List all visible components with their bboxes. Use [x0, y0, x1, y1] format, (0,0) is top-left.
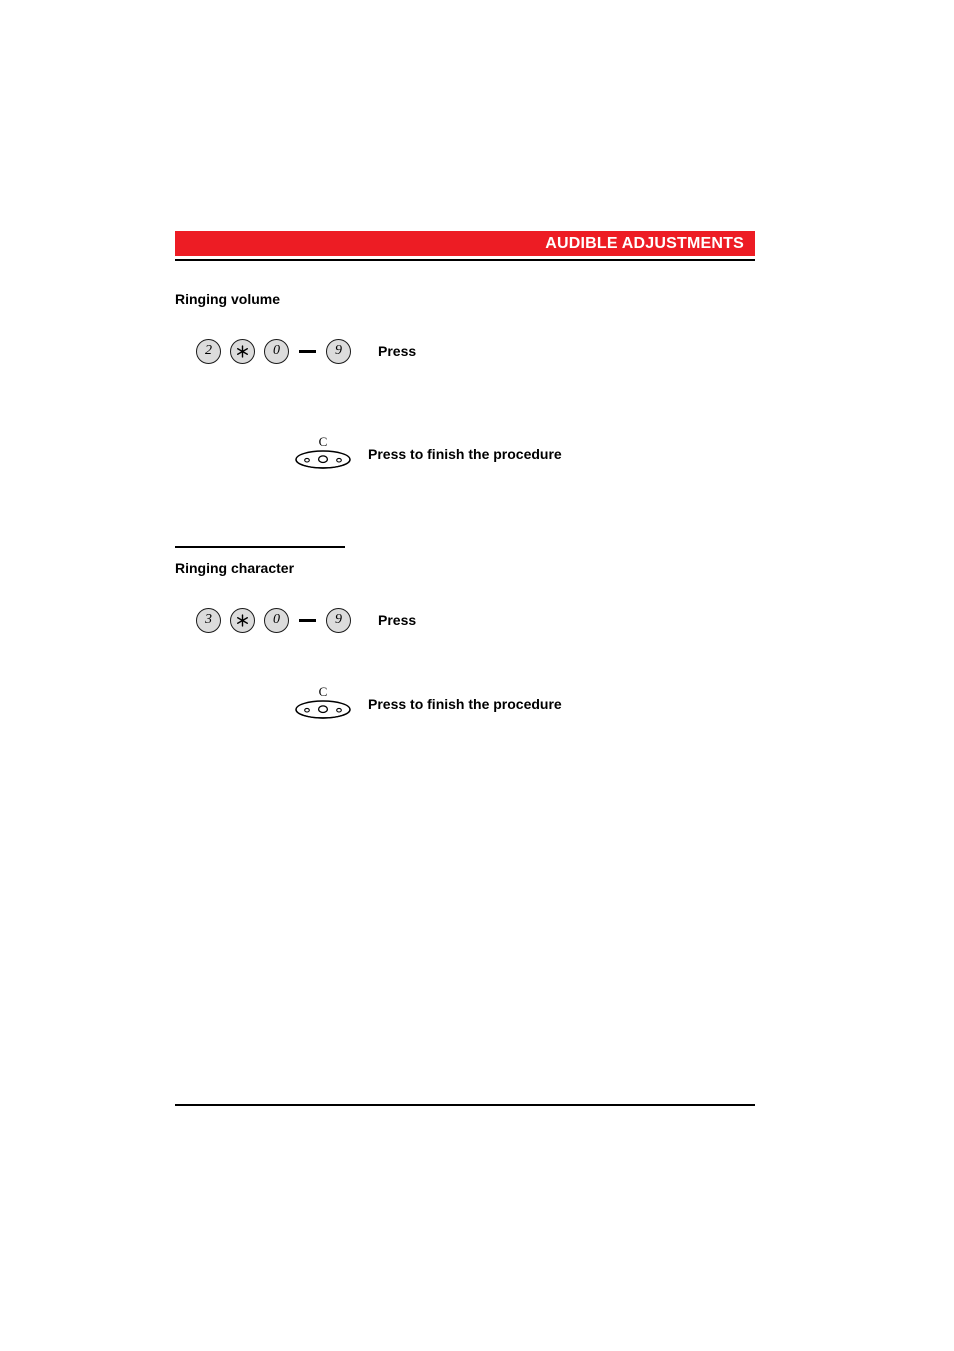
key-sequence: 3 0 9	[196, 603, 351, 637]
procedure-instruction-label: Press	[378, 612, 417, 628]
range-dash-icon	[299, 349, 316, 353]
procedure-step-volume-keys: 2 0 9 Press	[196, 334, 416, 368]
page-title: AUDIBLE ADJUSTMENTS	[545, 234, 744, 252]
keypad-key-star-icon[interactable]	[230, 338, 255, 364]
keypad-key-2-icon[interactable]: 2	[196, 338, 221, 364]
procedure-step-volume-clear: C Press to finish the procedure	[294, 434, 562, 471]
document-page: AUDIBLE ADJUSTMENTS Ringing volume 2 0 9…	[0, 0, 954, 1351]
keypad-key-9-icon[interactable]: 9	[326, 607, 351, 633]
clear-key-label: C	[318, 434, 328, 449]
keypad-key-0-icon[interactable]: 0	[264, 607, 289, 633]
procedure-instruction-label: Press	[378, 343, 417, 359]
footer-divider-rule	[175, 1104, 755, 1106]
range-dash-icon	[299, 618, 316, 622]
keypad-key-0-icon[interactable]: 0	[264, 338, 289, 364]
clear-key-c-icon[interactable]: C	[294, 684, 352, 721]
section-heading-ringing-volume: Ringing volume	[175, 291, 280, 307]
key-sequence: 2 0 9	[196, 334, 351, 368]
header-divider-rule	[175, 259, 755, 261]
keypad-key-9-icon[interactable]: 9	[326, 338, 351, 364]
clear-key-label: C	[318, 684, 328, 699]
keypad-key-star-icon[interactable]	[230, 607, 255, 633]
keypad-key-3-icon[interactable]: 3	[196, 607, 221, 633]
procedure-step-character-keys: 3 0 9 Press	[196, 603, 416, 637]
section-heading-ringing-character: Ringing character	[175, 560, 295, 576]
clear-key-c-icon[interactable]: C	[294, 434, 352, 471]
procedure-instruction-label: Press to finish the procedure	[368, 446, 562, 462]
procedure-instruction-label: Press to finish the procedure	[368, 696, 562, 712]
section-divider-rule	[175, 546, 345, 548]
section-header-banner: AUDIBLE ADJUSTMENTS	[175, 231, 755, 256]
procedure-step-character-clear: C Press to finish the procedure	[294, 684, 562, 721]
